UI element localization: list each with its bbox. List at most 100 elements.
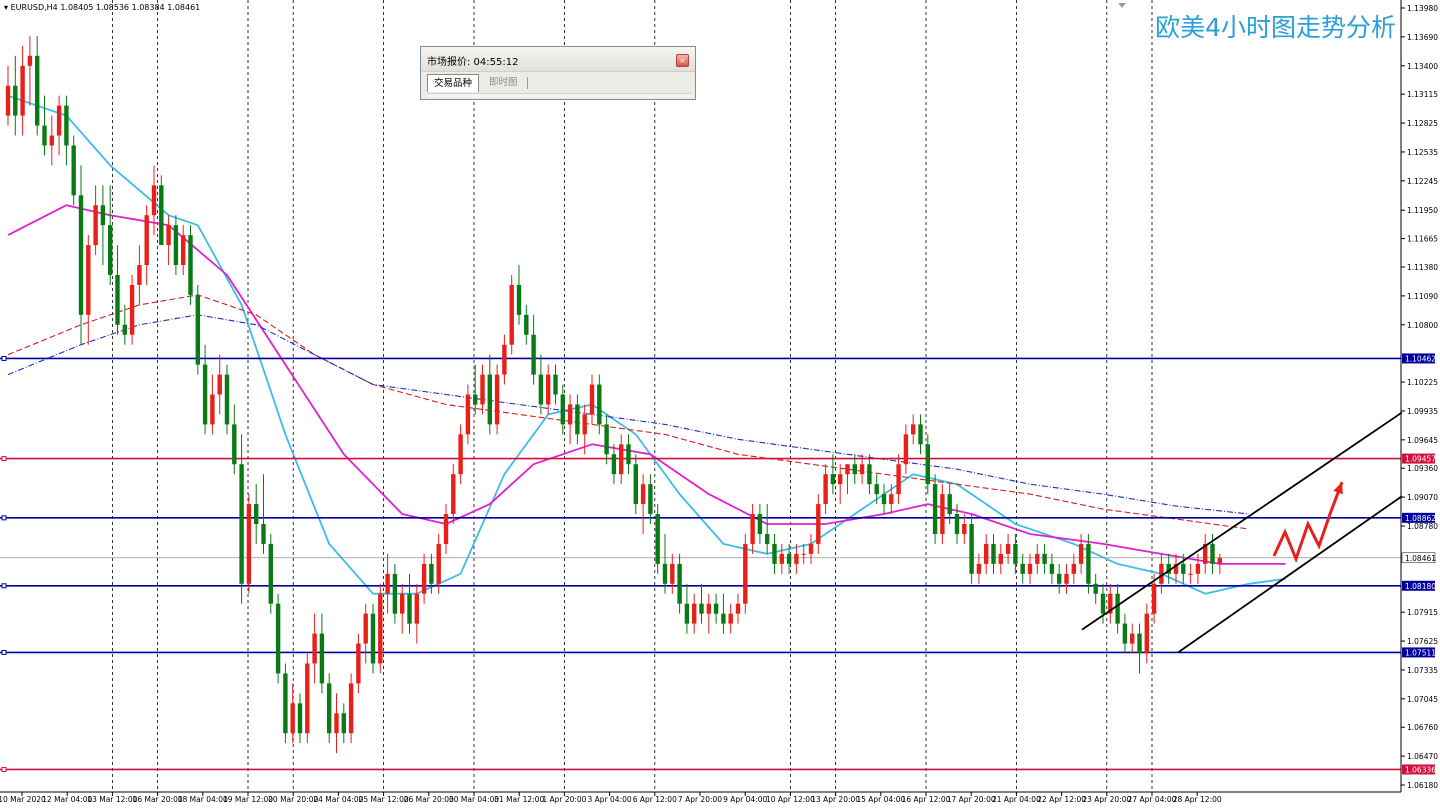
candle-body	[290, 703, 295, 734]
candle	[275, 593, 281, 684]
level-anchor-handle[interactable]	[1, 515, 7, 521]
candle-body	[962, 524, 967, 534]
candle-body	[115, 274, 120, 325]
candle-body	[1027, 563, 1033, 574]
price-tick-label: 1.08780	[1407, 522, 1438, 531]
candle-body	[319, 633, 325, 684]
market-watch-scrollbar[interactable]	[427, 93, 691, 98]
candle-body	[786, 553, 792, 564]
level-anchor-handle[interactable]	[1, 766, 7, 772]
candle	[195, 284, 200, 375]
chart-watermark-title: 欧美4小时图走势分析	[1155, 13, 1396, 42]
candle-body	[589, 384, 595, 415]
time-tick-label: 18 Mar 04:00	[178, 795, 228, 804]
time-tick-label: 6 Apr 12:00	[633, 795, 677, 804]
candle-body	[64, 105, 69, 146]
candle	[969, 514, 974, 584]
candle	[268, 533, 273, 614]
candle-body	[429, 563, 434, 584]
symbol-menu-icon[interactable]: ▾	[4, 3, 8, 12]
market-watch-window[interactable]: 市场报价: 04:55:12 × 交易品种 即时图	[420, 46, 696, 100]
candle-body	[597, 384, 602, 425]
price-tick-label: 1.07335	[1407, 666, 1438, 675]
tab-tick-chart[interactable]: 即时图	[483, 74, 527, 92]
candle-body	[1013, 543, 1018, 564]
level-anchor-handle[interactable]	[1, 649, 7, 655]
candle-body	[619, 444, 624, 475]
candle-body	[305, 663, 310, 734]
candle-body	[1093, 583, 1098, 594]
candle-body	[356, 643, 361, 684]
level-label: 1.09457	[1405, 455, 1436, 464]
candle-body	[575, 404, 580, 435]
level-anchor-handle[interactable]	[1, 583, 7, 589]
candle-body	[699, 603, 704, 614]
candle-body	[823, 474, 828, 505]
level-anchor-handle[interactable]	[1, 355, 7, 361]
level-anchor-handle[interactable]	[1, 456, 7, 462]
candle-body	[582, 414, 587, 435]
candle-body	[976, 563, 982, 574]
price-tick-label: 1.11380	[1407, 263, 1438, 272]
candle-body	[202, 364, 208, 425]
candle-body	[137, 265, 142, 285]
candle-body	[210, 394, 215, 425]
candle-body	[611, 454, 617, 475]
candle-body	[1130, 633, 1135, 644]
candle-body	[414, 593, 419, 624]
price-tick-label: 1.10800	[1407, 321, 1438, 330]
candle-body	[830, 474, 836, 485]
candle-body	[341, 713, 346, 734]
price-tick-label: 1.10225	[1407, 378, 1438, 387]
price-tick-label: 1.09645	[1407, 436, 1438, 445]
candle-body	[473, 394, 478, 405]
candle-body	[261, 524, 266, 544]
market-watch-tabs: 交易品种 即时图	[427, 73, 691, 94]
time-tick-label: 24 Mar 04:00	[313, 795, 363, 804]
candle-body	[538, 374, 544, 405]
candle-body	[772, 543, 777, 564]
candle-body	[407, 593, 412, 624]
candle-body	[560, 394, 565, 425]
time-tick-label: 7 Apr 20:00	[678, 795, 722, 804]
candle-body	[35, 55, 40, 126]
candle	[305, 653, 310, 744]
time-tick-label: 3 Apr 04:00	[588, 795, 632, 804]
candle-body	[268, 543, 273, 604]
candle-body	[816, 504, 821, 544]
candle-body	[195, 294, 200, 365]
market-watch-titlebar[interactable]: 市场报价: 04:55:12 ×	[421, 47, 695, 72]
candle-body	[721, 613, 726, 624]
candle-body	[1137, 633, 1142, 654]
candle	[509, 274, 514, 355]
close-icon[interactable]: ×	[676, 54, 689, 67]
time-tick-label: 25 Mar 12:00	[359, 795, 409, 804]
candle-body	[947, 494, 952, 515]
candle-body	[845, 464, 850, 475]
candle-body	[370, 613, 376, 664]
candle-body	[217, 374, 222, 395]
candle-body	[502, 344, 507, 375]
level-label: 1.07511	[1405, 648, 1436, 657]
candle-body	[1078, 543, 1084, 564]
candle	[224, 364, 230, 435]
candle	[348, 673, 354, 744]
candle-body	[940, 494, 945, 534]
candle-body	[1195, 563, 1201, 574]
time-tick-label: 20 Mar 20:00	[268, 795, 318, 804]
candle-body	[633, 464, 638, 505]
time-tick-label: 22 Apr 12:00	[1037, 795, 1086, 804]
time-tick-label: 28 Apr 12:00	[1173, 795, 1222, 804]
candle-body	[567, 404, 573, 425]
candle-body	[436, 543, 441, 584]
candle-body	[677, 563, 682, 604]
price-chart[interactable]: 1.13980 1.13690 1.13400 1.13115 1.12825 1.125…	[0, 0, 1440, 810]
candle	[71, 135, 76, 206]
candle-body	[334, 713, 339, 734]
tab-symbols[interactable]: 交易品种	[427, 74, 479, 92]
candle-body	[1086, 543, 1091, 584]
candle-body	[684, 603, 690, 624]
candle-body	[166, 225, 171, 246]
time-tick-label: 16 Mar 20:00	[133, 795, 183, 804]
symbol-info: ▾ EURUSD,H4 1.08405 1.08536 1.08384 1.08…	[4, 3, 200, 12]
